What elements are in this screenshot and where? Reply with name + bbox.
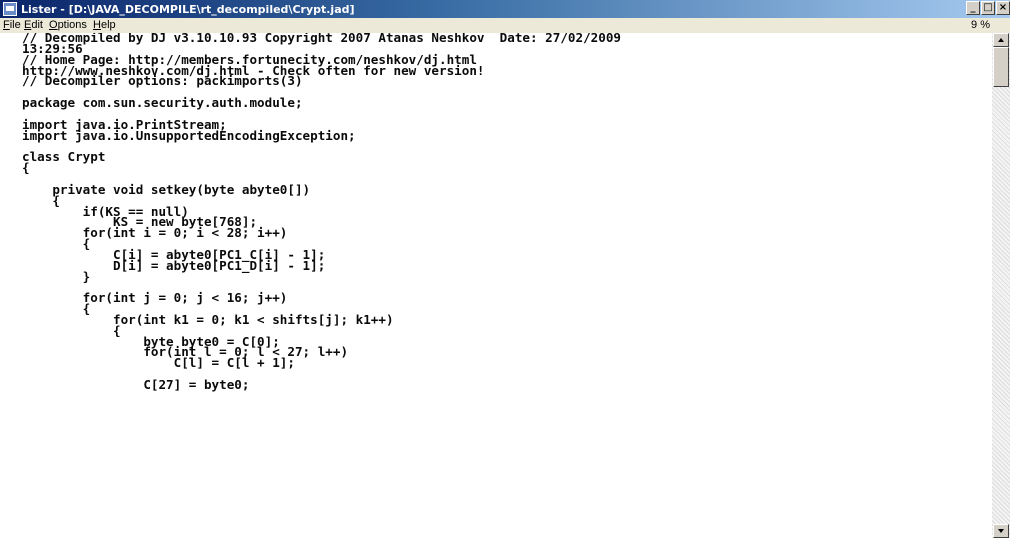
code-line: { [22,160,30,176]
menu-edit-label: dit [31,19,43,31]
lister-window: Lister - [D:\JAVA_DECOMPILE\rt_decompile… [0,0,1010,538]
caption-buttons: _ □ × [966,1,1010,15]
vertical-scrollbar[interactable] [992,33,1010,538]
title-bar[interactable]: Lister - [D:\JAVA_DECOMPILE\rt_decompile… [0,0,1010,18]
code-line: private void setkey(byte abyte0[]) [22,181,311,197]
code-line: // Decompiler options: packimports(3) [22,73,303,89]
code-line: for(int j = 0; j < 16; j++) [22,290,288,306]
menu-options[interactable]: Options [49,19,87,31]
maximize-button[interactable]: □ [981,1,995,15]
menu-options-label: ptions [57,19,87,31]
code-line: for(int i = 0; i < 28; i++) [22,225,288,241]
menu-bar: File Edit Options Help 9 % [0,18,1010,33]
scroll-down-arrow-icon[interactable] [993,524,1009,538]
menu-file[interactable]: File [3,19,21,31]
minimize-button[interactable]: _ [966,1,980,15]
menu-options-accelerator: O [49,19,58,31]
file-content-view[interactable]: // Decompiled by DJ v3.10.10.93 Copyrigh… [0,33,992,538]
scroll-percent: 9 % [971,19,990,31]
menu-help[interactable]: Help [93,19,116,31]
code-line: C[27] = byte0; [22,377,250,392]
code-line: for(int k1 = 0; k1 < shifts[j]; k1++) [22,311,394,327]
scroll-thumb[interactable] [993,47,1009,87]
menu-edit[interactable]: Edit [24,19,43,31]
code-line: package com.sun.security.auth.module; [22,95,303,111]
lister-app-icon[interactable] [3,2,17,16]
source-code-text[interactable]: // Decompiled by DJ v3.10.10.93 Copyrigh… [0,33,992,391]
code-line: D[i] = abyte0[PC1_D[i] - 1]; [22,257,326,273]
code-line: C[l] = C[l + 1]; [22,355,295,371]
menu-help-label: elp [100,19,116,31]
menu-help-accelerator: H [93,19,101,31]
code-line: // Decompiled by DJ v3.10.10.93 Copyrigh… [22,33,621,45]
window-title: Lister - [D:\JAVA_DECOMPILE\rt_decompile… [21,2,355,16]
menu-file-label: ile [9,19,21,31]
menu-file-accelerator: F [3,19,10,31]
scroll-up-arrow-icon[interactable] [993,33,1009,47]
code-line: class Crypt [22,149,106,165]
code-line: import java.io.UnsupportedEncodingExcept… [22,127,356,143]
code-line: } [22,268,91,284]
close-button[interactable]: × [996,1,1010,15]
